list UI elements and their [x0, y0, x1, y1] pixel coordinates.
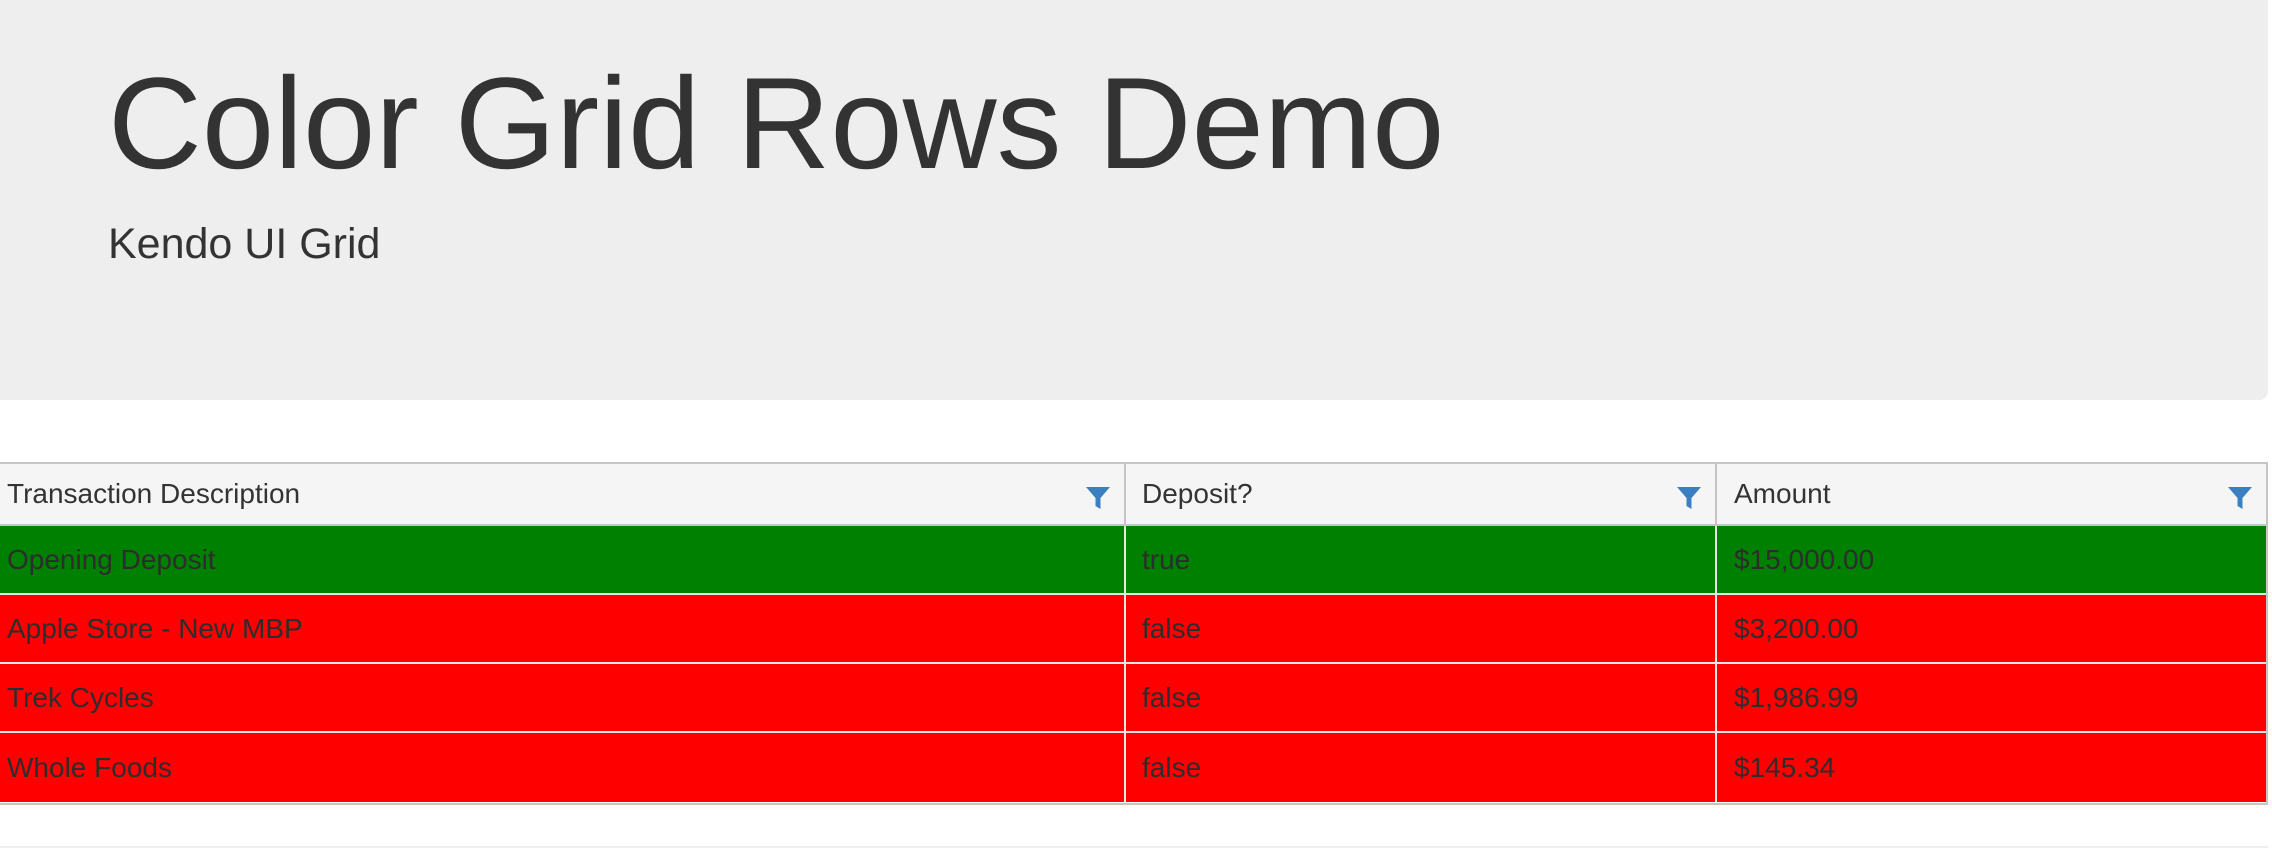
cell-amount[interactable]: $1,986.99: [1717, 664, 2266, 731]
table-row[interactable]: Opening Deposit true $15,000.00: [0, 526, 2266, 595]
cell-deposit[interactable]: true: [1126, 526, 1717, 593]
column-header-label: Amount: [1734, 478, 1831, 509]
table-row[interactable]: Apple Store - New MBP false $3,200.00: [0, 595, 2266, 664]
column-header-label: Transaction Description: [7, 478, 301, 509]
page-title: Color Grid Rows Demo: [108, 50, 1445, 196]
table-row[interactable]: Whole Foods false $145.34: [0, 733, 2266, 802]
table-row[interactable]: Trek Cycles false $1,986.99: [0, 664, 2266, 733]
page-subtitle: Kendo UI Grid: [108, 220, 381, 268]
cell-amount[interactable]: $3,200.00: [1717, 595, 2266, 662]
cell-description[interactable]: Trek Cycles: [0, 664, 1126, 731]
grid-header: Transaction Description Deposit? Amount: [0, 464, 2266, 526]
cell-deposit[interactable]: false: [1126, 595, 1717, 662]
cell-description[interactable]: Opening Deposit: [0, 526, 1126, 593]
cell-deposit[interactable]: false: [1126, 733, 1717, 802]
filter-icon[interactable]: [1084, 484, 1112, 512]
divider: [0, 846, 2268, 848]
transactions-grid: Transaction Description Deposit? Amount …: [0, 462, 2268, 805]
cell-amount[interactable]: $145.34: [1717, 733, 2266, 802]
jumbotron: Color Grid Rows Demo Kendo UI Grid: [0, 0, 2268, 400]
filter-icon[interactable]: [2226, 484, 2254, 512]
column-header-label: Deposit?: [1142, 478, 1253, 509]
cell-description[interactable]: Apple Store - New MBP: [0, 595, 1126, 662]
column-header-deposit[interactable]: Deposit?: [1126, 464, 1717, 524]
grid-body: Opening Deposit true $15,000.00 Apple St…: [0, 526, 2266, 802]
cell-deposit[interactable]: false: [1126, 664, 1717, 731]
column-header-description[interactable]: Transaction Description: [0, 464, 1126, 524]
filter-icon[interactable]: [1675, 484, 1703, 512]
cell-amount[interactable]: $15,000.00: [1717, 526, 2266, 593]
cell-description[interactable]: Whole Foods: [0, 733, 1126, 802]
column-header-amount[interactable]: Amount: [1717, 464, 2266, 524]
